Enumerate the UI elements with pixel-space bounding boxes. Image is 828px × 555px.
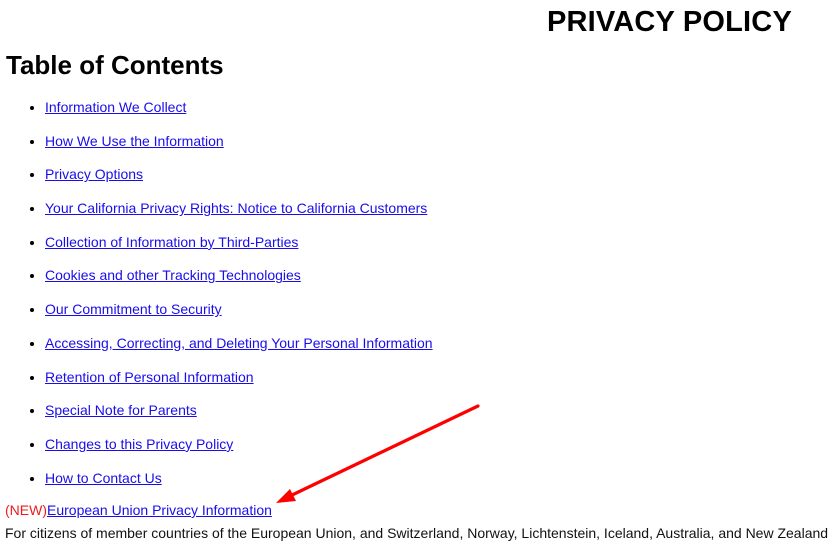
toc-item-how-we-use: How We Use the Information [45,129,433,163]
toc-item-security: Our Commitment to Security [45,297,433,331]
eu-privacy-link[interactable]: European Union Privacy Information [47,502,272,518]
toc-link-cookies[interactable]: Cookies and other Tracking Technologies [45,267,301,283]
toc-link-third-parties[interactable]: Collection of Information by Third-Parti… [45,234,298,250]
toc-item-changes: Changes to this Privacy Policy [45,432,433,466]
toc-link-security[interactable]: Our Commitment to Security [45,301,222,317]
toc-item-third-parties: Collection of Information by Third-Parti… [45,230,433,264]
toc-link-changes[interactable]: Changes to this Privacy Policy [45,436,233,452]
toc-item-accessing-info: Accessing, Correcting, and Deleting Your… [45,331,433,365]
new-badge: (NEW) [5,502,47,518]
toc-link-retention[interactable]: Retention of Personal Information [45,369,254,385]
toc-item-california-rights: Your California Privacy Rights: Notice t… [45,196,433,230]
toc-link-california-rights[interactable]: Your California Privacy Rights: Notice t… [45,200,427,216]
toc-item-parents: Special Note for Parents [45,398,433,432]
toc-link-parents[interactable]: Special Note for Parents [45,402,197,418]
page-title: PRIVACY POLICY [546,6,792,38]
toc-list: Information We Collect How We Use the In… [0,95,433,499]
toc-link-contact[interactable]: How to Contact Us [45,470,162,486]
toc-link-accessing-info[interactable]: Accessing, Correcting, and Deleting Your… [45,335,433,351]
toc-heading: Table of Contents [6,50,224,80]
toc-item-privacy-options: Privacy Options [45,162,433,196]
toc-link-privacy-options[interactable]: Privacy Options [45,166,143,182]
toc-link-how-we-use[interactable]: How We Use the Information [45,133,224,149]
eu-privacy-line: (NEW)European Union Privacy Information [5,500,272,520]
toc-item-information-we-collect: Information We Collect [45,95,433,129]
toc-item-retention: Retention of Personal Information [45,365,433,399]
eu-privacy-description: For citizens of member countries of the … [5,525,828,541]
toc-link-information-we-collect[interactable]: Information We Collect [45,99,186,115]
toc-item-contact: How to Contact Us [45,466,433,500]
toc-item-cookies: Cookies and other Tracking Technologies [45,263,433,297]
